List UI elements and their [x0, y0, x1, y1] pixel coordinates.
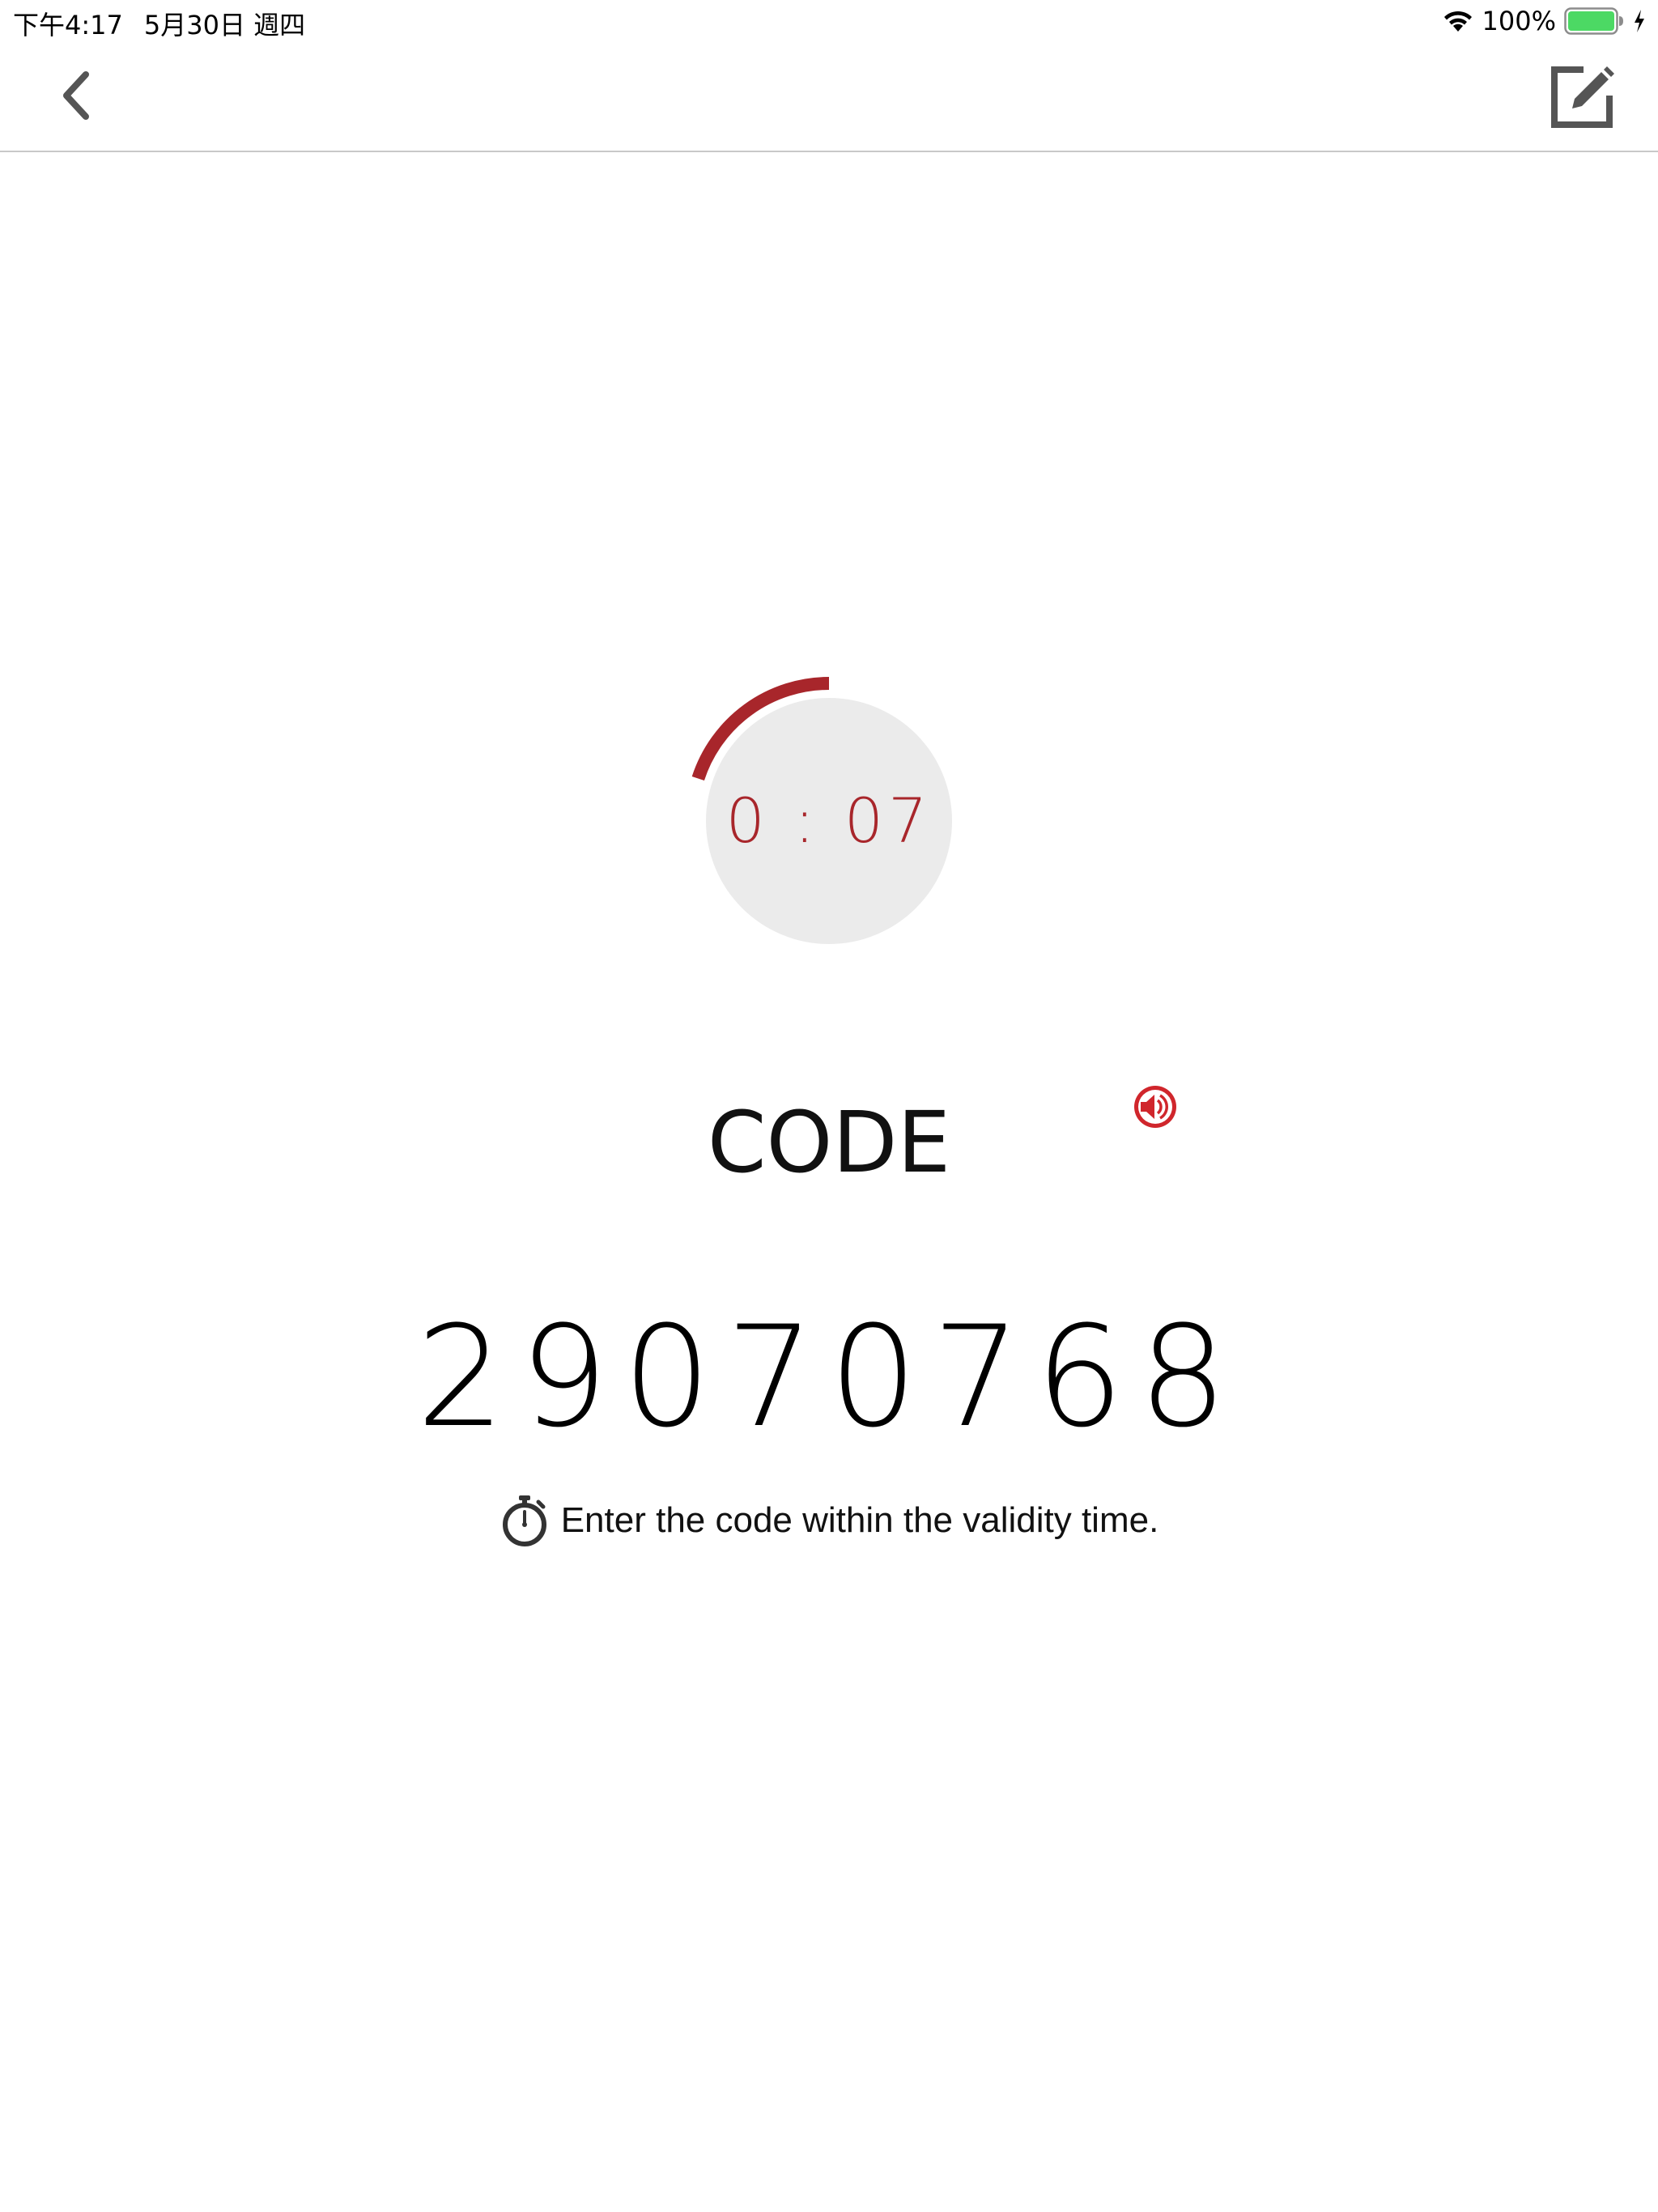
otp-code: 29070768 [416, 1295, 1242, 1458]
stopwatch-icon [502, 1495, 546, 1546]
status-right: 100% [1442, 5, 1647, 37]
wifi-icon [1443, 11, 1472, 32]
validity-hint: Enter the code within the validity time. [0, 1494, 1658, 1547]
status-bar: 下午4:17 5月30日 週四 100% [0, 0, 1658, 42]
battery-percent: 100% [1482, 6, 1556, 36]
chevron-left-icon [63, 71, 89, 120]
edit-button[interactable] [1548, 63, 1616, 131]
edit-icon [1551, 66, 1614, 128]
speaker-icon [1134, 1086, 1176, 1128]
countdown-timer: 0 : 07 [682, 674, 976, 968]
status-left: 下午4:17 5月30日 週四 [13, 5, 326, 42]
status-time: 下午4:17 [13, 10, 123, 40]
back-button[interactable] [49, 66, 107, 125]
otp-screen: 下午4:17 5月30日 週四 100% 0: 07 CODE 2907076… [0, 0, 1658, 2212]
speaker-button[interactable] [1133, 1085, 1177, 1129]
nav-bar [0, 42, 1658, 152]
battery-icon [1564, 7, 1623, 35]
status-date: 5月30日 週四 [143, 10, 306, 40]
timer-display: 0 : 07 [725, 785, 933, 857]
charging-icon [1635, 10, 1644, 32]
hint-text: Enter the code within the validity time. [560, 1500, 1159, 1540]
code-label: CODE [707, 1093, 951, 1192]
